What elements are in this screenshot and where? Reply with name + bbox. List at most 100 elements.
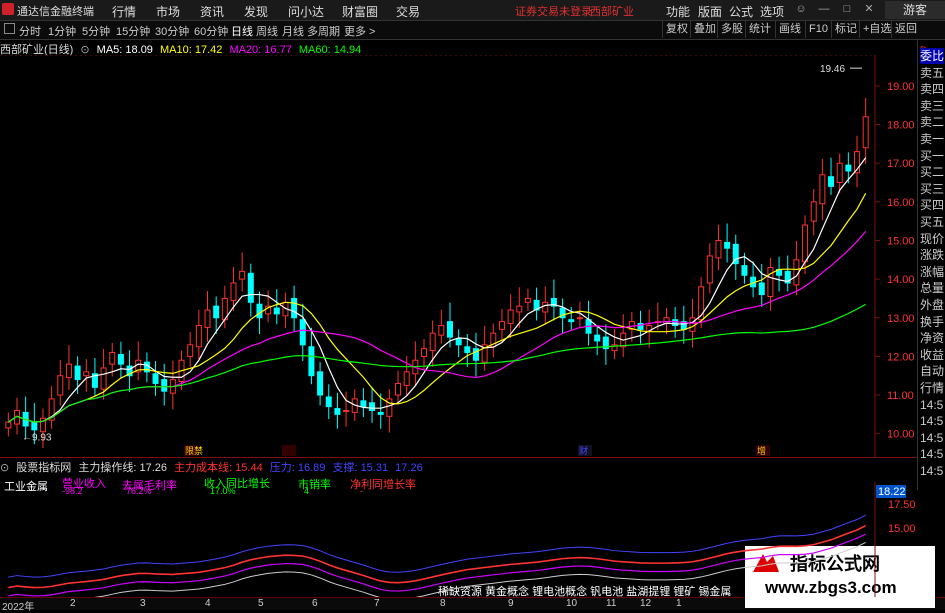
menu-wealth[interactable]: 财富圈 bbox=[342, 3, 378, 20]
panel-row-10[interactable]: 买五 bbox=[920, 214, 944, 230]
quote-side-panel: R委比卖五卖四卖三卖二卖一买一买二买三买四买五现价涨跌涨幅总量外盘换手净资收益自… bbox=[917, 40, 945, 490]
date-label-12: 1 bbox=[676, 598, 682, 609]
btn-overlay[interactable]: 叠加 bbox=[690, 21, 719, 38]
panel-row-21[interactable]: 14:5 bbox=[920, 397, 943, 413]
panel-row-22[interactable]: 14:5 bbox=[920, 413, 943, 429]
panel-row-9[interactable]: 买四 bbox=[920, 197, 944, 213]
panel-row-16[interactable]: 换手 bbox=[920, 314, 944, 330]
indicator-info-line: ⊙ 股票指标网 主力操作线: 17.26 主力成本线: 15.44 压力: 16… bbox=[0, 459, 427, 474]
indicator-name[interactable]: 股票指标网 bbox=[16, 462, 71, 474]
login-alert[interactable]: 证券交易未登录 bbox=[515, 3, 592, 19]
menu-discover[interactable]: 发现 bbox=[244, 3, 268, 20]
panel-row-0[interactable]: 委比 bbox=[920, 48, 945, 64]
panel-row-14[interactable]: 总量 bbox=[920, 280, 944, 296]
candle-body-93 bbox=[810, 201, 817, 222]
period-daily[interactable]: 日线 bbox=[231, 23, 253, 39]
candle-body-51 bbox=[446, 321, 453, 338]
panel-row-6[interactable]: 买一 bbox=[920, 148, 944, 164]
date-label-11: 12 bbox=[640, 598, 652, 609]
btn-draw[interactable]: 画线 bbox=[775, 21, 804, 38]
period-monthly[interactable]: 月线 bbox=[282, 23, 304, 39]
indicator-settings-icon[interactable]: ⊙ bbox=[0, 462, 9, 474]
candle-body-11 bbox=[100, 367, 107, 390]
panel-row-12[interactable]: 涨跌 bbox=[920, 247, 944, 263]
panel-row-3[interactable]: 卖三 bbox=[920, 98, 944, 114]
high-annotation: 19.46 bbox=[820, 64, 845, 75]
app-logo-icon bbox=[2, 3, 14, 15]
close-icon[interactable]: ✕ bbox=[862, 2, 876, 16]
panel-row-1[interactable]: 卖五 bbox=[920, 65, 944, 81]
period-intraday[interactable]: 分时 bbox=[19, 23, 41, 39]
btn-adjust[interactable]: 复权 bbox=[662, 21, 691, 38]
guest-button[interactable]: 游客 bbox=[885, 1, 945, 19]
panel-row-23[interactable]: 14:5 bbox=[920, 430, 943, 446]
candle-body-23 bbox=[204, 309, 211, 328]
period-15min[interactable]: 15分钟 bbox=[116, 23, 150, 39]
panel-row-17[interactable]: 净资 bbox=[920, 330, 944, 346]
panel-row-7[interactable]: 买二 bbox=[920, 164, 944, 180]
candle-body-85 bbox=[741, 265, 748, 276]
y-tick-label-2: 12.00 bbox=[887, 351, 915, 363]
candle-body-34 bbox=[299, 319, 306, 346]
menu-trade[interactable]: 交易 bbox=[396, 3, 420, 20]
date-label-3: 4 bbox=[205, 598, 211, 609]
btn-stats[interactable]: 统计 bbox=[745, 21, 774, 38]
panel-row-20[interactable]: 行情 bbox=[920, 380, 944, 396]
panel-row-4[interactable]: 卖二 bbox=[920, 114, 944, 130]
period-60min[interactable]: 60分钟 bbox=[194, 23, 228, 39]
panel-row-15[interactable]: 外盘 bbox=[920, 297, 944, 313]
candle-body-58 bbox=[507, 309, 514, 325]
btn-multi-stock[interactable]: 多股 bbox=[717, 21, 746, 38]
candle-body-29 bbox=[256, 303, 263, 319]
menu-layout[interactable]: 版面 bbox=[698, 3, 722, 20]
btn-f10[interactable]: F10 bbox=[805, 21, 831, 38]
panel-row-2[interactable]: 卖四 bbox=[920, 81, 944, 97]
panel-row-5[interactable]: 卖一 bbox=[920, 131, 944, 147]
btn-mark[interactable]: 标记 bbox=[831, 21, 860, 38]
panel-row-8[interactable]: 买三 bbox=[920, 181, 944, 197]
menu-options[interactable]: 选项 bbox=[760, 3, 784, 20]
panel-row-25[interactable]: 14:5 bbox=[920, 463, 943, 479]
kline-chart[interactable]: 10.00 11.00 12.00 13.00 14.00 15.00 16.00 17.00… bbox=[0, 55, 917, 457]
maximize-icon[interactable]: □ bbox=[840, 2, 854, 16]
indicator-c: 17.26 bbox=[395, 462, 423, 474]
candle-body-52 bbox=[455, 338, 462, 346]
candle-body-46 bbox=[403, 371, 410, 386]
user-icon[interactable]: ☺ bbox=[794, 2, 808, 16]
panel-row-13[interactable]: 涨幅 bbox=[920, 264, 944, 280]
candle-body-99 bbox=[862, 116, 869, 149]
btn-add-watch[interactable]: +自选 bbox=[859, 21, 894, 38]
period-1min[interactable]: 1分钟 bbox=[48, 23, 76, 39]
indicator-chart[interactable]: 17.50 15.00 18.22 bbox=[0, 482, 917, 597]
date-label-0: 2022年 bbox=[2, 602, 35, 613]
menu-market[interactable]: 市场 bbox=[156, 3, 180, 20]
period-multi[interactable]: 多周期 bbox=[307, 23, 340, 39]
panel-row-24[interactable]: 14:5 bbox=[920, 446, 943, 462]
period-weekly[interactable]: 周线 bbox=[256, 23, 278, 39]
candle-body-48 bbox=[421, 348, 428, 357]
period-more[interactable]: 更多 > bbox=[344, 23, 375, 39]
candle-body-83 bbox=[724, 241, 731, 249]
panel-row-18[interactable]: 收益 bbox=[920, 347, 944, 363]
menu-formula[interactable]: 公式 bbox=[729, 3, 753, 20]
panel-row-11[interactable]: 现价 bbox=[920, 231, 944, 247]
menu-function[interactable]: 功能 bbox=[666, 3, 690, 20]
title-bar: 通达信金融终端 行情 市场 资讯 发现 问小达 财富圈 交易 证券交易未登录 西… bbox=[0, 0, 945, 21]
period-30min[interactable]: 30分钟 bbox=[155, 23, 189, 39]
candle-body-92 bbox=[802, 224, 809, 263]
candle-body-87 bbox=[758, 282, 765, 296]
candle-body-12 bbox=[109, 352, 116, 365]
btn-back[interactable]: 返回 bbox=[891, 21, 920, 38]
date-label-4: 5 bbox=[258, 598, 264, 609]
candle-body-22 bbox=[195, 324, 202, 348]
candle-body-59 bbox=[516, 305, 523, 313]
main-op-line: 主力操作线: 17.26 bbox=[78, 462, 167, 474]
panel-row-19[interactable]: 自动 bbox=[920, 363, 944, 379]
period-toggle-icon[interactable] bbox=[4, 23, 15, 34]
menu-quotes[interactable]: 行情 bbox=[112, 3, 136, 20]
candle-body-45 bbox=[395, 382, 402, 396]
menu-ask[interactable]: 问小达 bbox=[288, 3, 324, 20]
minimize-icon[interactable]: — bbox=[817, 2, 831, 16]
menu-news[interactable]: 资讯 bbox=[200, 3, 224, 20]
period-5min[interactable]: 5分钟 bbox=[82, 23, 110, 39]
